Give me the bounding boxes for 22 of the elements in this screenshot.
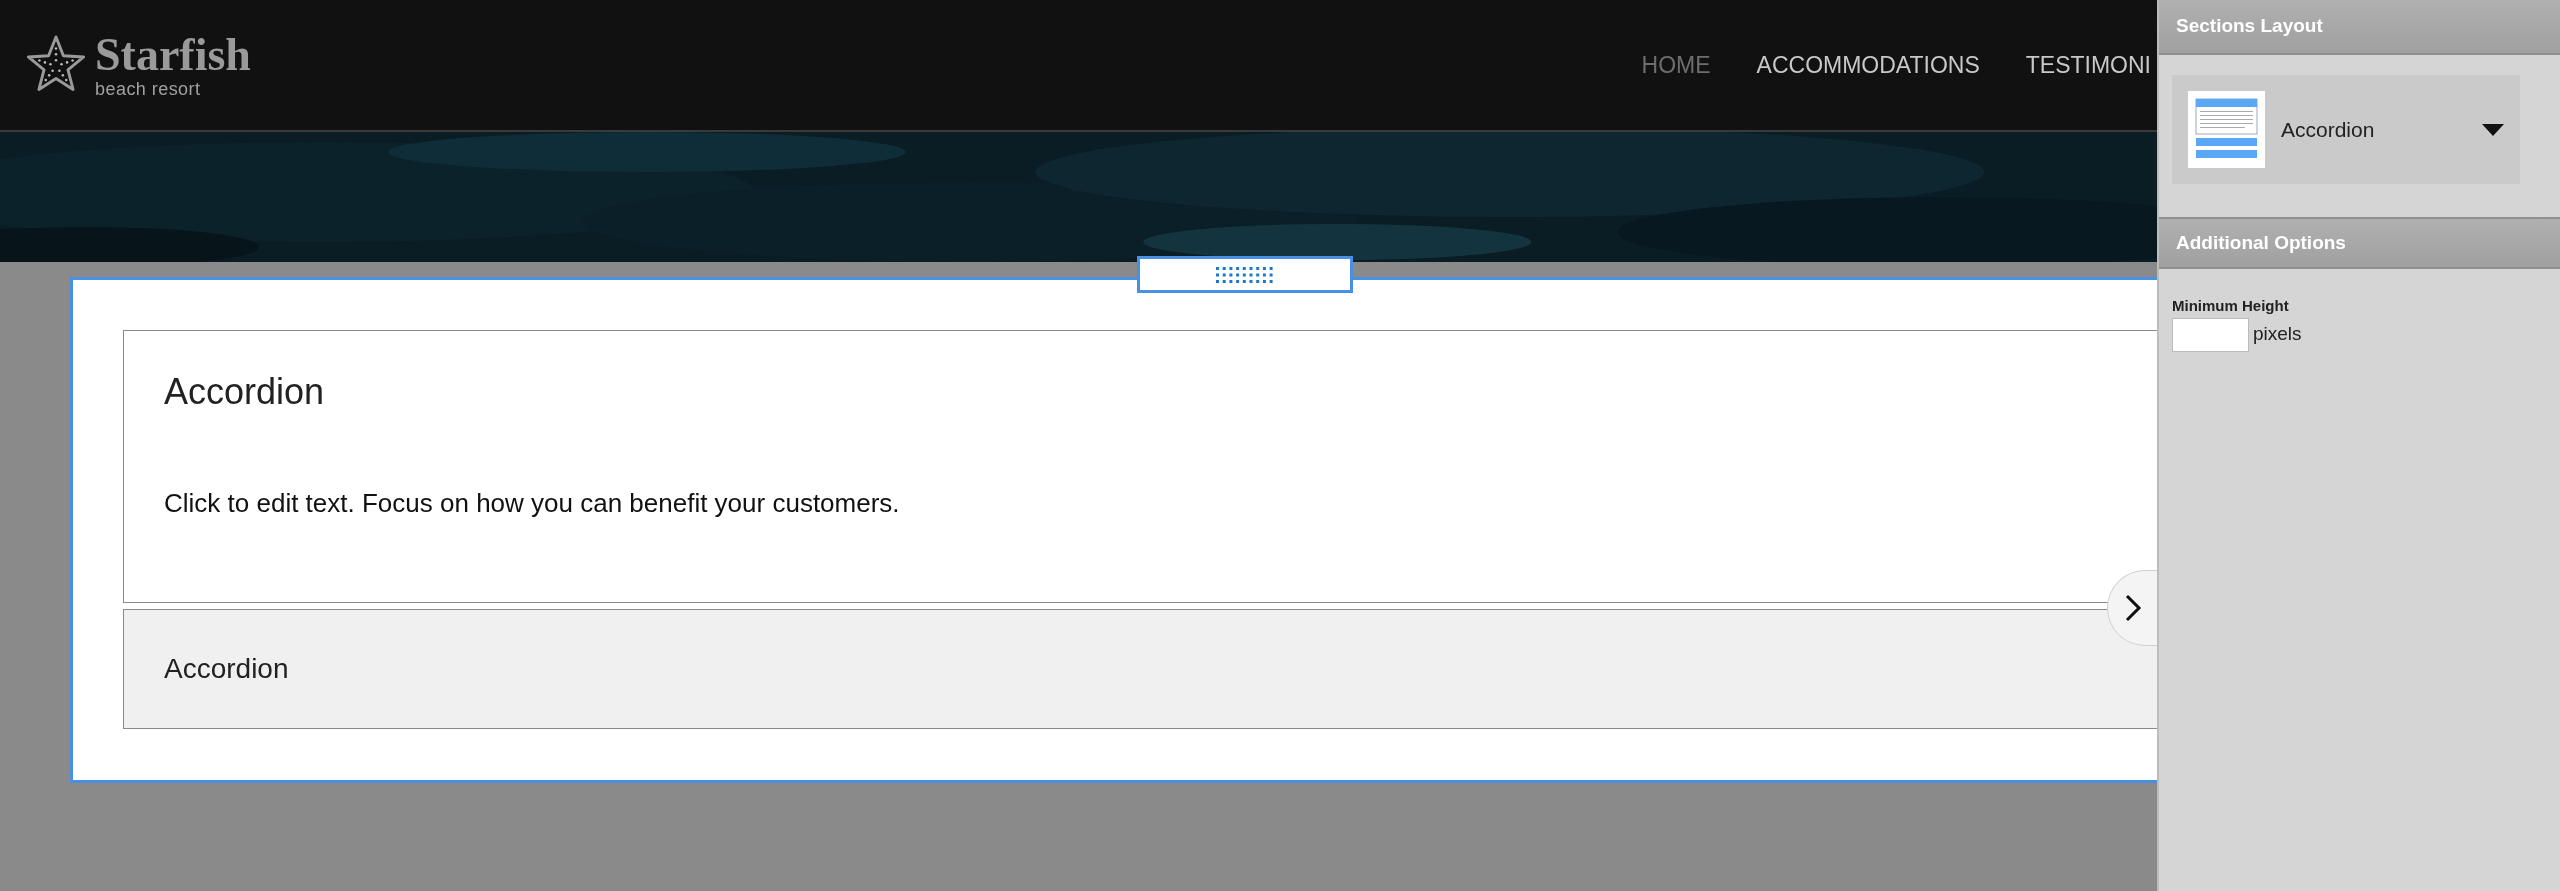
- layout-dropdown[interactable]: Accordion: [2172, 75, 2520, 184]
- nav-link[interactable]: TESTIMONI: [2025, 47, 2151, 83]
- accordion-item[interactable]: Accordion: [123, 609, 2157, 729]
- unit-label: pixels: [2253, 322, 2302, 347]
- accordion-title: Accordion: [164, 652, 289, 686]
- nav-link[interactable]: ACCOMMODATIONS: [1756, 47, 1980, 83]
- drag-handle[interactable]: [1137, 256, 1353, 293]
- panel-title: Sections Layout: [2176, 14, 2323, 39]
- accordion-text: Click to edit text. Focus on how you can benefit your customers.: [164, 487, 901, 520]
- logo-tagline: beach resort: [95, 79, 202, 99]
- caret-icon: [2482, 123, 2504, 136]
- layout-name: Accordion: [2281, 116, 2376, 143]
- accordion-title: Accordion: [164, 370, 326, 414]
- panel-title: Additional Options: [2176, 230, 2346, 255]
- nav-link[interactable]: HOME: [1641, 47, 1711, 83]
- grip-icon: [1216, 266, 1274, 283]
- min-height-field[interactable]: [2172, 317, 2249, 352]
- accordion-item[interactable]: Accordion Click to edit text. Focus on how you can benefit your customers.: [123, 330, 2157, 603]
- chevron-right-icon: [2123, 593, 2142, 623]
- logo-name: Starfish: [95, 31, 251, 79]
- field-label: Minimum Height: [2172, 296, 2290, 316]
- accordion-layout-icon: [2188, 91, 2265, 168]
